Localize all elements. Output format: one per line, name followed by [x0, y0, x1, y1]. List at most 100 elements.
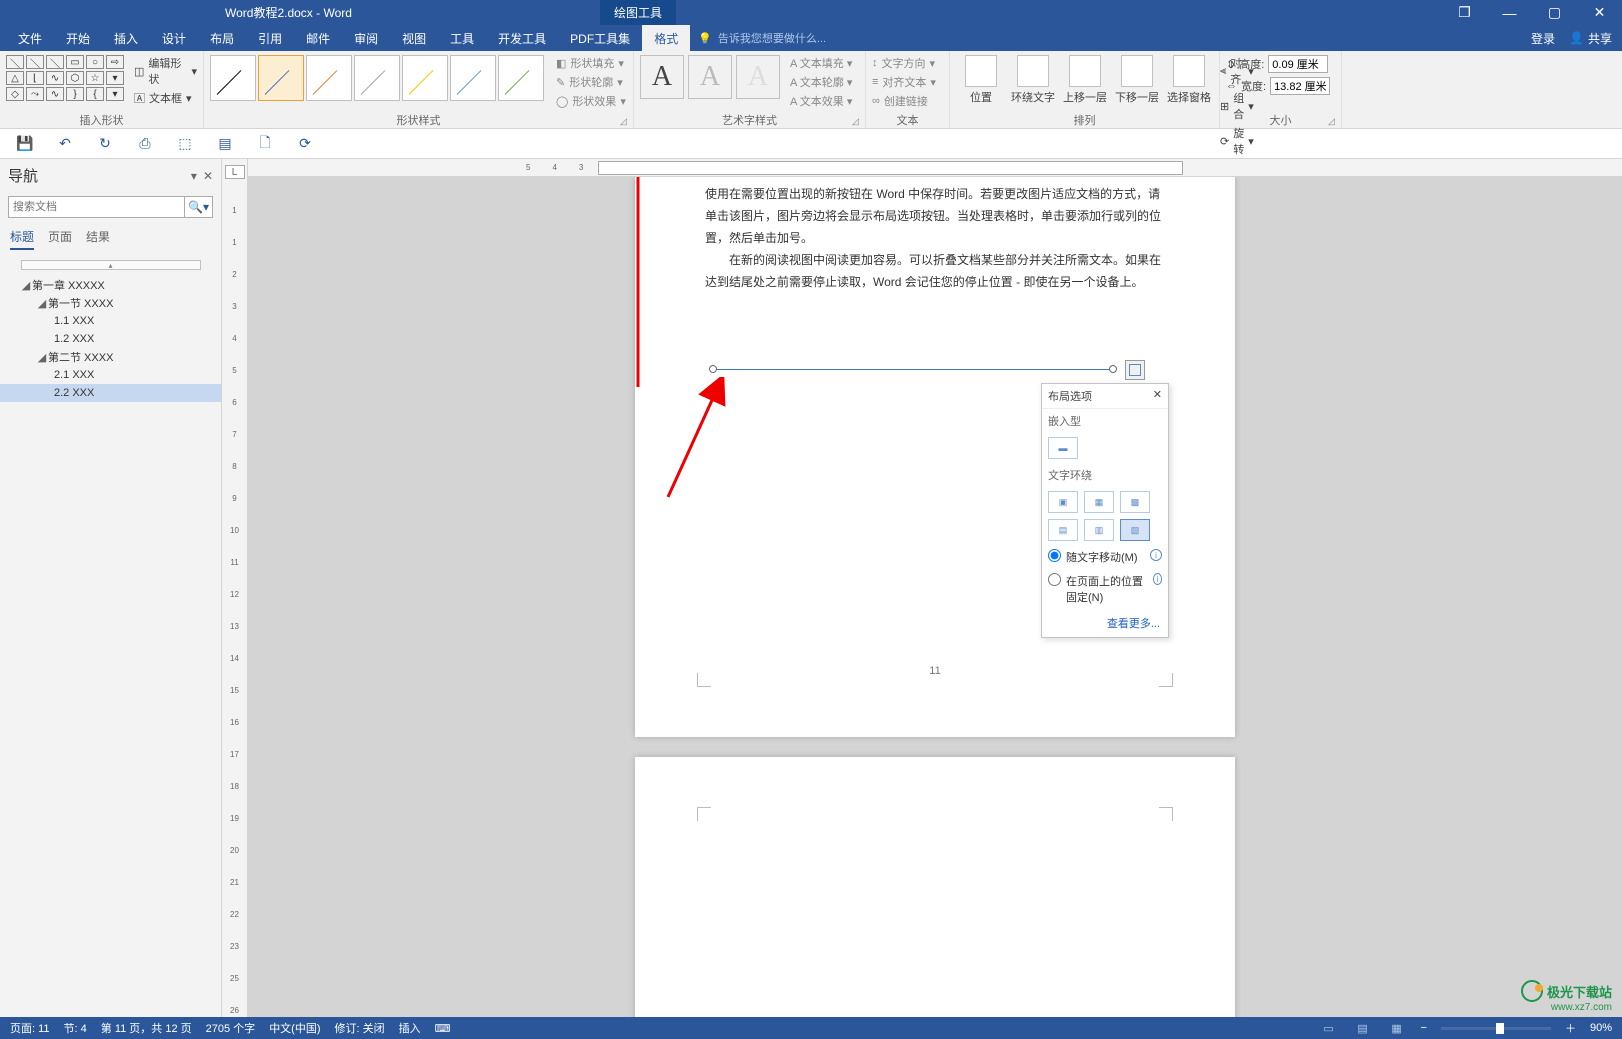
shapes-gallery[interactable]: ＼ ＼ ＼ ▭ ○ ⇨ △ ⌊ ∿ ⬡ ☆ ▾ ◇ ⤳ ∿ } { ▾	[6, 55, 124, 101]
nav-search-input[interactable]	[8, 196, 185, 218]
nav-node[interactable]: ◢第一节 XXXX	[0, 294, 221, 312]
height-input[interactable]	[1268, 55, 1328, 73]
width-input[interactable]	[1270, 77, 1330, 95]
wrap-through-icon[interactable]: ▩	[1120, 491, 1150, 513]
text-effect-button[interactable]: A 文本效果 ▾	[790, 93, 852, 109]
nav-tab-pages[interactable]: 页面	[48, 228, 72, 250]
tab-references[interactable]: 引用	[246, 25, 294, 51]
tab-review[interactable]: 审阅	[342, 25, 390, 51]
wordart-swatch[interactable]: A	[736, 55, 780, 99]
shape-callout-icon[interactable]: ◇	[6, 87, 24, 101]
wrap-behind-icon[interactable]: ▥	[1084, 519, 1114, 541]
info-icon[interactable]: i	[1150, 549, 1162, 561]
status-insert-mode[interactable]: 插入	[399, 1020, 421, 1036]
wordart-swatch[interactable]: A	[688, 55, 732, 99]
tab-developer[interactable]: 开发工具	[486, 25, 558, 51]
document-page-next[interactable]	[635, 757, 1235, 1017]
zoom-percent[interactable]: 90%	[1590, 1022, 1612, 1034]
minimize-button[interactable]: —	[1487, 0, 1532, 25]
status-track-changes[interactable]: 修订: 关闭	[335, 1020, 385, 1036]
close-button[interactable]: ✕	[1577, 0, 1622, 25]
text-direction-button[interactable]: ↕文字方向 ▾	[872, 55, 936, 71]
tab-insert[interactable]: 插入	[102, 25, 150, 51]
shape-line-icon[interactable]: ＼	[26, 55, 44, 69]
text-outline-button[interactable]: A 文本轮廓 ▾	[790, 74, 852, 90]
shape-lbrace2-icon[interactable]: {	[86, 87, 104, 101]
wrap-infront-icon[interactable]: ▧	[1120, 519, 1150, 541]
nav-tab-results[interactable]: 结果	[86, 228, 110, 250]
position-button[interactable]: 位置	[956, 55, 1006, 105]
nav-expander[interactable]: ▴	[21, 260, 201, 270]
shape-oval-icon[interactable]: ○	[86, 55, 104, 69]
wrap-tight-icon[interactable]: ▦	[1084, 491, 1114, 513]
style-swatch-selected[interactable]	[258, 55, 304, 101]
style-swatch[interactable]	[402, 55, 448, 101]
status-section[interactable]: 节: 4	[64, 1020, 87, 1036]
radio-input[interactable]	[1048, 549, 1061, 562]
nav-node[interactable]: ◢第一章 XXXXX	[0, 276, 221, 294]
bring-forward-button[interactable]: 上移一层	[1060, 55, 1110, 105]
shape-connector-icon[interactable]: ⤳	[26, 87, 44, 101]
tab-mailings[interactable]: 邮件	[294, 25, 342, 51]
zoom-slider[interactable]	[1441, 1027, 1551, 1030]
edit-shape-button[interactable]: ◫编辑形状 ▾	[134, 55, 197, 87]
shape-triangle-icon[interactable]: △	[6, 71, 24, 85]
undo-button[interactable]: ↶	[54, 133, 76, 155]
nav-tab-headings[interactable]: 标题	[10, 228, 34, 250]
shape-lbrace-icon[interactable]: ⌊	[26, 71, 44, 85]
wrap-topbottom-icon[interactable]: ▤	[1048, 519, 1078, 541]
style-swatch[interactable]	[306, 55, 352, 101]
shape-effect-button[interactable]: ◯形状效果 ▾	[556, 93, 626, 109]
nav-node-selected[interactable]: 2.2 XXX	[0, 384, 221, 402]
create-link-button[interactable]: ∞创建链接	[872, 93, 936, 109]
wrap-text-button[interactable]: 环绕文字	[1008, 55, 1058, 105]
send-backward-button[interactable]: 下移一层	[1112, 55, 1162, 105]
contextual-tab-drawing-tools[interactable]: 绘图工具	[600, 0, 676, 25]
layout-options-button[interactable]	[1125, 360, 1145, 380]
document-scroll-area[interactable]: 使用在需要位置出现的新按钮在 Word 中保存时间。若要更改图片适应文档的方式，…	[248, 177, 1622, 1017]
shape-curve-icon[interactable]: ∿	[46, 71, 64, 85]
selection-pane-button[interactable]: 选择窗格	[1164, 55, 1214, 105]
shape-arrow-icon[interactable]: ⇨	[106, 55, 124, 69]
dialog-launcher-icon[interactable]: ◿	[620, 116, 630, 126]
nav-dropdown-icon[interactable]: ▾	[191, 169, 197, 183]
tab-layout[interactable]: 布局	[198, 25, 246, 51]
status-ime[interactable]: ⌨	[435, 1022, 451, 1035]
save-button[interactable]: 💾	[14, 133, 36, 155]
status-page-count[interactable]: 第 11 页，共 12 页	[101, 1020, 192, 1036]
tab-pdf-toolset[interactable]: PDF工具集	[558, 25, 642, 51]
layout-see-more-link[interactable]: 查看更多...	[1042, 609, 1168, 637]
layout-inline-icon[interactable]: ▬	[1048, 437, 1078, 459]
tab-home[interactable]: 开始	[54, 25, 102, 51]
qat-button[interactable]: ⬚	[174, 133, 196, 155]
tab-format[interactable]: 格式	[642, 25, 690, 51]
maximize-button[interactable]: ▢	[1532, 0, 1577, 25]
status-language[interactable]: 中文(中国)	[269, 1020, 320, 1036]
wrap-square-icon[interactable]: ▣	[1048, 491, 1078, 513]
radio-input[interactable]	[1048, 573, 1061, 586]
textbox-button[interactable]: 🄰文本框 ▾	[134, 90, 197, 106]
radio-fix-position[interactable]: 在页面上的位置固定(N) i	[1042, 569, 1168, 609]
nav-close-icon[interactable]: ✕	[203, 169, 213, 183]
nav-node[interactable]: 1.1 XXX	[0, 312, 221, 330]
shape-more2-icon[interactable]: ▾	[106, 87, 124, 101]
shape-outline-button[interactable]: ✎形状轮廓 ▾	[556, 74, 626, 90]
zoom-out-button[interactable]: −	[1421, 1022, 1427, 1034]
nav-node[interactable]: 2.1 XXX	[0, 366, 221, 384]
info-icon[interactable]: i	[1153, 573, 1162, 585]
nav-node[interactable]: 1.2 XXX	[0, 330, 221, 348]
login-button[interactable]: 登录	[1531, 30, 1555, 47]
nav-node[interactable]: ◢第二节 XXXX	[0, 348, 221, 366]
shape-rect-icon[interactable]: ▭	[66, 55, 84, 69]
shape-hex-icon[interactable]: ⬡	[66, 71, 84, 85]
resize-handle-right[interactable]	[1109, 365, 1117, 373]
view-web-icon[interactable]: ▦	[1387, 1020, 1407, 1036]
shape-line-icon[interactable]: ＼	[6, 55, 24, 69]
shape-bezier-icon[interactable]: ∿	[46, 87, 64, 101]
shape-star-icon[interactable]: ☆	[86, 71, 104, 85]
shape-rbrace-icon[interactable]: }	[66, 87, 84, 101]
align-text-button[interactable]: ≡对齐文本 ▾	[872, 74, 936, 90]
style-swatch[interactable]	[498, 55, 544, 101]
text-fill-button[interactable]: A 文本填充 ▾	[790, 55, 852, 71]
shape-more-icon[interactable]: ▾	[106, 71, 124, 85]
